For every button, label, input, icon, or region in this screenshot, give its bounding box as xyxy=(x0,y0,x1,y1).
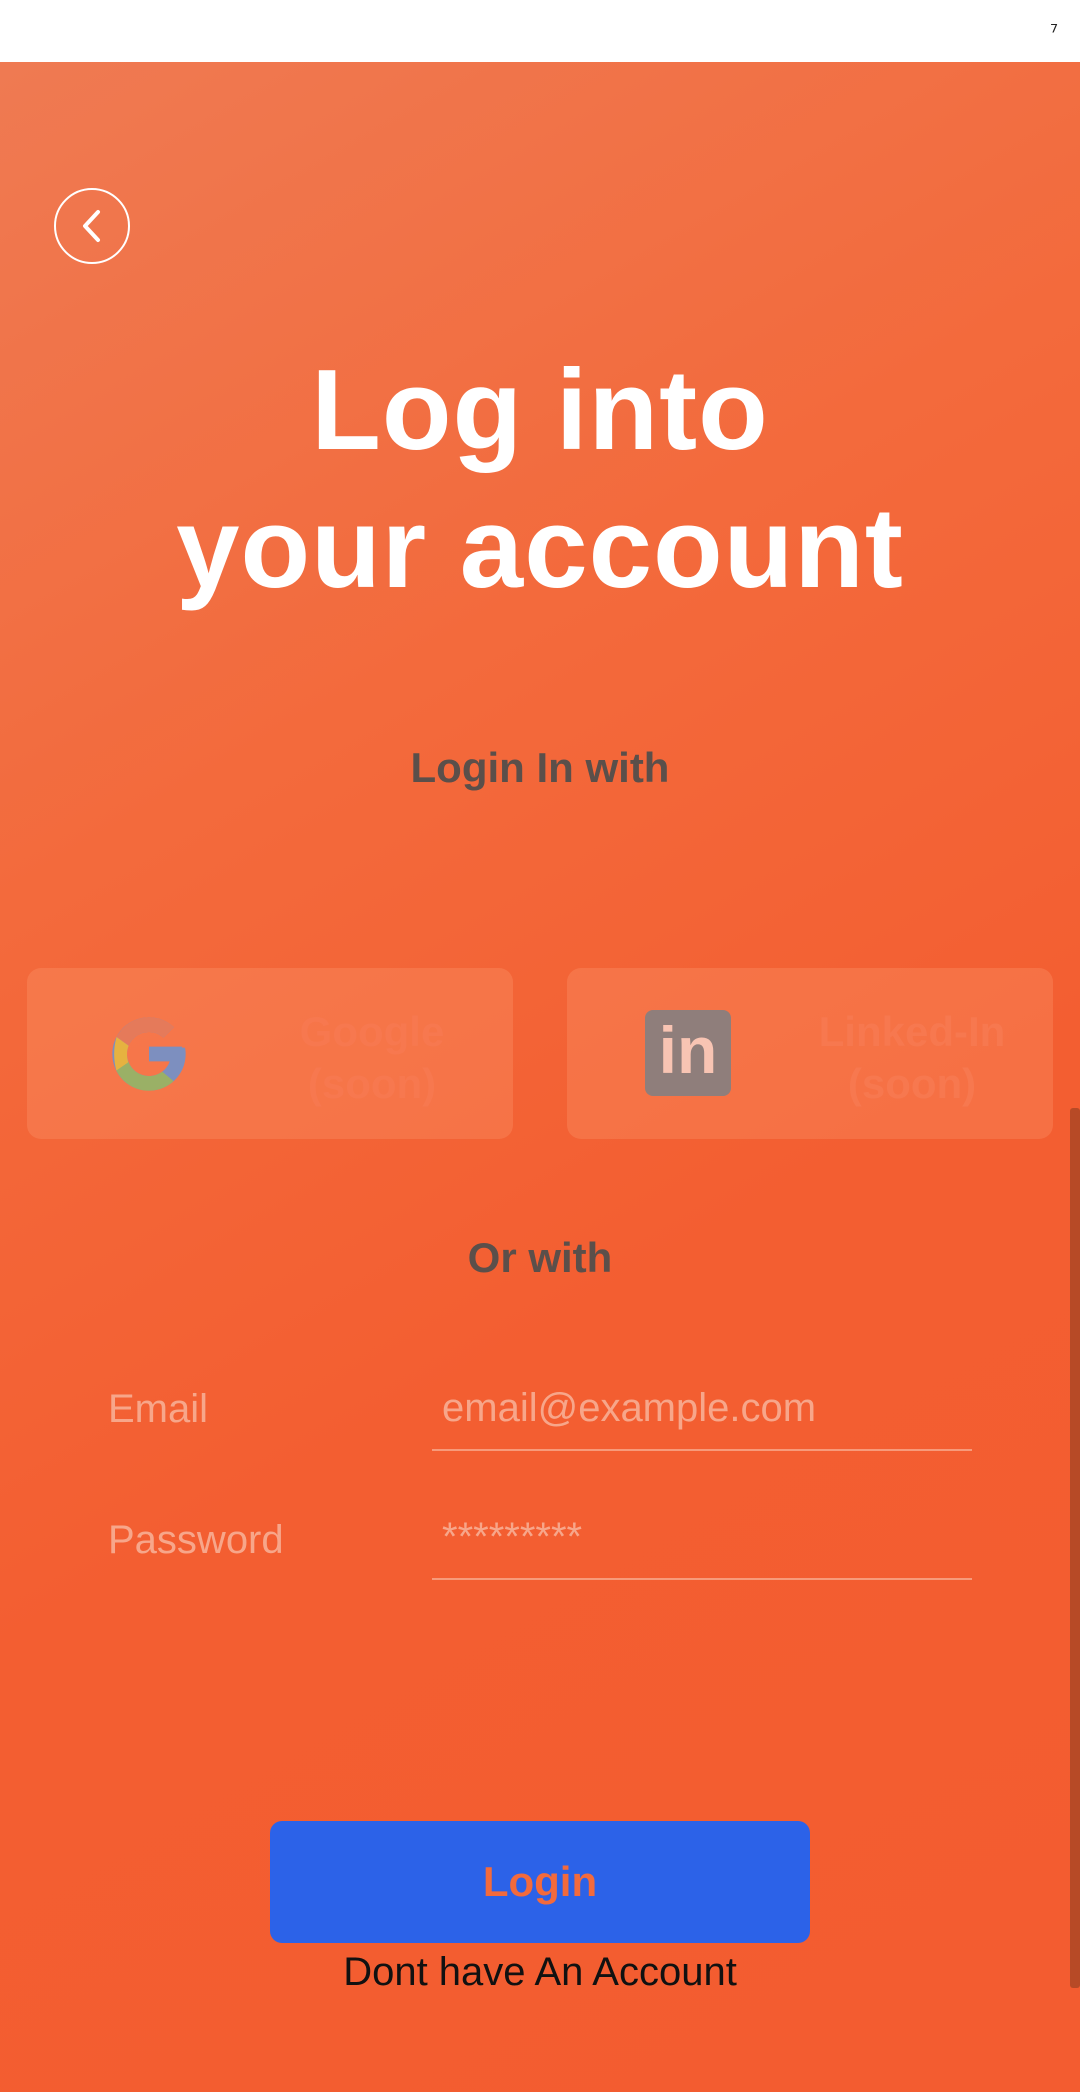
login-button[interactable]: Login xyxy=(270,1821,810,1943)
linkedin-icon: in xyxy=(645,1010,733,1098)
back-button[interactable] xyxy=(54,188,130,264)
google-login-button[interactable]: Google (soon) xyxy=(27,968,513,1139)
page-title-line2: your account xyxy=(176,485,904,612)
linkedin-glyph: in xyxy=(658,1013,718,1087)
status-bar: ⁷ xyxy=(0,0,1080,62)
page-title-line1: Log into xyxy=(311,347,769,474)
password-label: Password xyxy=(108,1518,284,1562)
google-label-line1: Google xyxy=(299,1008,445,1055)
password-field[interactable] xyxy=(432,1496,972,1580)
linkedin-label-line2: (soon) xyxy=(847,1060,977,1107)
login-screen: Log into your account Login In with Goog… xyxy=(0,62,1080,2092)
email-label: Email xyxy=(108,1387,209,1431)
linkedin-label-line1: Linked-In xyxy=(818,1008,1006,1055)
signup-link[interactable]: Dont have An Account xyxy=(0,1950,1080,1995)
email-field[interactable] xyxy=(432,1367,972,1451)
form-heading: Or with xyxy=(467,1234,613,1281)
status-icon: ⁷ xyxy=(1049,20,1058,44)
scrollbar[interactable] xyxy=(1070,1108,1080,1988)
chevron-left-icon xyxy=(83,210,100,242)
linkedin-login-label: Linked-In (soon) xyxy=(787,1006,1037,1110)
page-title: Log into your account xyxy=(0,342,1080,618)
google-label-line2: (soon) xyxy=(307,1060,437,1107)
linkedin-login-button[interactable]: in Linked-In (soon) xyxy=(567,968,1053,1139)
google-login-label: Google (soon) xyxy=(247,1006,497,1110)
google-icon xyxy=(112,1017,186,1091)
social-login-heading: Login In with xyxy=(410,744,670,791)
